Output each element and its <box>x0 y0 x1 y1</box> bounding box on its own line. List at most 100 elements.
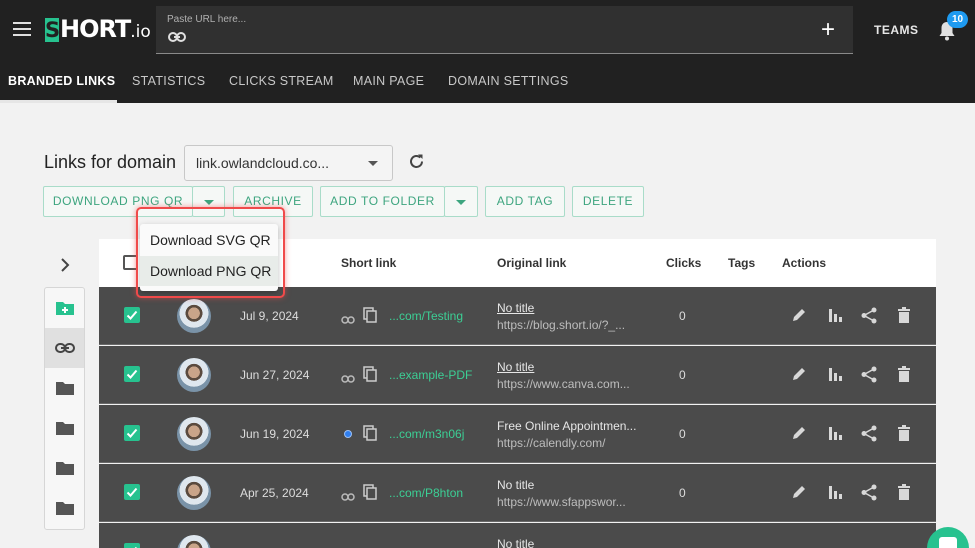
chevron-down-icon <box>203 200 214 205</box>
delete-icon[interactable] <box>897 366 911 388</box>
domain-select[interactable]: link.owlandcloud.co... <box>184 145 393 181</box>
click-count: 0 <box>679 368 686 382</box>
notification-badge: 10 <box>947 11 968 28</box>
original-title: No title <box>497 537 535 548</box>
original-url[interactable]: https://blog.short.io/?_... <box>497 318 625 332</box>
column-header: Original link <box>497 256 567 270</box>
teams-button[interactable]: TEAMS <box>874 23 919 37</box>
short-link[interactable]: ...com/Testing <box>389 309 463 323</box>
logo[interactable]: S HORT .io <box>45 15 151 45</box>
edit-icon[interactable] <box>791 366 807 387</box>
share-icon[interactable] <box>861 425 878 447</box>
tab-domain-settings[interactable]: DOMAIN SETTINGS <box>448 74 568 88</box>
short-link[interactable]: ...example-PDF <box>389 368 472 382</box>
click-count: 0 <box>679 427 686 441</box>
edit-icon[interactable] <box>791 307 807 328</box>
folder-sidebar <box>44 287 85 530</box>
add-to-folder-button[interactable]: ADD TO FOLDER <box>320 186 445 217</box>
favicon-icon <box>344 430 352 438</box>
folder-icon[interactable] <box>45 408 84 448</box>
table-row[interactable]: Apr 25, 2024 ...com/P8hton No title http… <box>99 464 936 522</box>
url-placeholder: Paste URL here... <box>167 14 247 25</box>
url-input[interactable]: Paste URL here... + <box>156 6 853 54</box>
tab-main-page[interactable]: MAIN PAGE <box>353 74 424 88</box>
row-checkbox[interactable] <box>124 366 140 382</box>
delete-icon[interactable] <box>897 307 911 329</box>
link-date: Jun 27, 2024 <box>240 368 310 382</box>
tab-clicks-stream[interactable]: CLICKS STREAM <box>229 74 334 88</box>
original-title: Free Online Appointmen... <box>497 419 637 433</box>
original-title: No title <box>497 360 535 374</box>
row-checkbox[interactable] <box>124 307 140 323</box>
tab-statistics[interactable]: STATISTICS <box>132 74 205 88</box>
menu-icon[interactable] <box>13 22 31 36</box>
column-header: Clicks <box>666 256 702 270</box>
avatar <box>177 476 211 510</box>
column-header: Tags <box>728 256 756 270</box>
folder-icon[interactable] <box>45 448 84 488</box>
highlight-annotation <box>136 207 285 298</box>
active-tab-indicator <box>0 100 117 103</box>
folder-icon[interactable] <box>45 488 84 528</box>
chevron-down-icon <box>368 161 378 166</box>
original-url[interactable]: https://calendly.com/ <box>497 436 606 450</box>
share-icon[interactable] <box>861 484 878 506</box>
tab-branded-links[interactable]: BRANDED LINKS <box>8 74 115 88</box>
original-title: No title <box>497 301 535 315</box>
table-row[interactable]: No title <box>99 523 936 548</box>
original-title: No title <box>497 478 535 492</box>
share-icon[interactable] <box>861 366 878 388</box>
avatar <box>177 417 211 451</box>
column-header: Short link <box>341 256 397 270</box>
avatar <box>177 535 211 548</box>
nav-tabs: BRANDED LINKS STATISTICS CLICKS STREAM M… <box>0 60 975 103</box>
table-row[interactable]: Jun 19, 2024 ...com/m3n06j Free Online A… <box>99 405 936 463</box>
avatar <box>177 358 211 392</box>
refresh-icon[interactable] <box>408 153 425 175</box>
row-checkbox[interactable] <box>124 425 140 441</box>
table-row[interactable]: Jun 27, 2024 ...example-PDF No title htt… <box>99 346 936 404</box>
domain-label: Links for domain <box>44 152 177 172</box>
link-icon <box>341 311 355 329</box>
add-folder-icon[interactable] <box>45 288 84 328</box>
statistics-icon[interactable] <box>827 307 843 328</box>
link-icon <box>168 30 186 48</box>
domain-value: link.owlandcloud.co... <box>196 155 330 171</box>
copy-icon[interactable] <box>363 366 377 387</box>
share-icon[interactable] <box>861 307 878 329</box>
copy-icon[interactable] <box>363 307 377 328</box>
statistics-icon[interactable] <box>827 366 843 387</box>
folder-options-button[interactable] <box>444 186 478 217</box>
edit-icon[interactable] <box>791 425 807 446</box>
add-tag-button[interactable]: ADD TAG <box>485 186 565 217</box>
edit-icon[interactable] <box>791 484 807 505</box>
column-header: Actions <box>782 256 827 270</box>
short-link[interactable]: ...com/m3n06j <box>389 427 464 441</box>
link-date: Jul 9, 2024 <box>240 309 299 323</box>
click-count: 0 <box>679 486 686 500</box>
chevron-down-icon <box>456 200 466 205</box>
delete-icon[interactable] <box>897 425 911 447</box>
link-icon <box>341 370 355 388</box>
statistics-icon[interactable] <box>827 425 843 446</box>
top-bar: S HORT .io Paste URL here... + TEAMS 10 <box>0 0 975 60</box>
row-checkbox[interactable] <box>124 484 140 500</box>
avatar <box>177 299 211 333</box>
link-date: Apr 25, 2024 <box>240 486 309 500</box>
original-url[interactable]: https://www.sfappswor... <box>497 495 626 509</box>
statistics-icon[interactable] <box>827 484 843 505</box>
folder-icon[interactable] <box>45 368 84 408</box>
delete-button[interactable]: DELETE <box>572 186 644 217</box>
chevron-right-icon[interactable] <box>60 258 70 277</box>
all-links-icon[interactable] <box>45 328 84 368</box>
original-url[interactable]: https://www.canva.com... <box>497 377 630 391</box>
short-link[interactable]: ...com/P8hton <box>389 486 463 500</box>
delete-icon[interactable] <box>897 484 911 506</box>
add-link-button[interactable]: + <box>821 16 835 44</box>
click-count: 0 <box>679 309 686 323</box>
copy-icon[interactable] <box>363 484 377 505</box>
copy-icon[interactable] <box>363 425 377 446</box>
link-icon <box>341 488 355 506</box>
row-checkbox[interactable] <box>124 543 140 548</box>
link-date: Jun 19, 2024 <box>240 427 310 441</box>
